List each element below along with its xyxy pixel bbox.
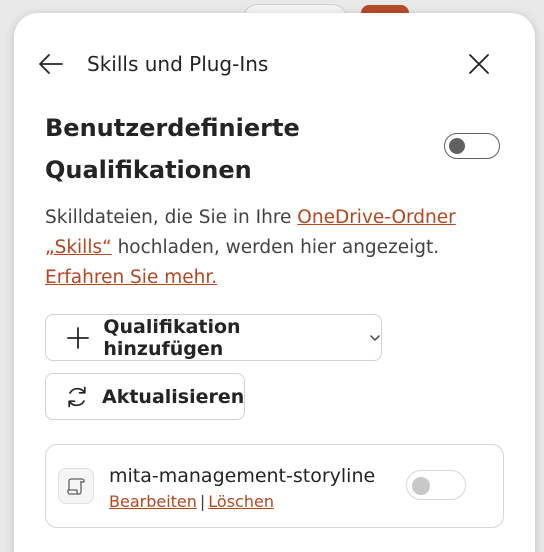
delete-skill-link[interactable]: Löschen [208, 492, 274, 511]
custom-qualifications-toggle[interactable] [444, 133, 500, 159]
script-scroll-icon [58, 468, 94, 504]
description-text-start: Skilldateien, die Sie in Ihre [45, 207, 298, 228]
close-button[interactable] [464, 49, 494, 79]
refresh-label: Aktualisieren [102, 385, 245, 408]
description-text: Skilldateien, die Sie in Ihre OneDrive-O… [45, 203, 515, 293]
plus-icon [64, 324, 91, 352]
arrow-left-icon [39, 54, 63, 74]
edit-skill-link[interactable]: Bearbeiten [109, 492, 197, 511]
refresh-button[interactable]: Aktualisieren [45, 373, 245, 420]
close-icon [469, 54, 489, 74]
learn-more-link[interactable]: Erfahren Sie mehr. [45, 267, 217, 288]
skill-enabled-toggle[interactable] [406, 470, 466, 500]
skill-actions: Bearbeiten | Löschen [109, 491, 274, 513]
description-text-middle: hochladen, werden hier angezeigt. [111, 237, 440, 258]
toggle-knob [412, 477, 430, 495]
toggle-knob [449, 138, 465, 154]
panel-title: Skills und Plug-Ins [87, 52, 269, 76]
section-title: Benutzerdefinierte Qualifikationen [45, 114, 300, 184]
back-button[interactable] [36, 49, 66, 79]
add-qualification-button[interactable]: Qualifikation hinzufügen [45, 314, 382, 361]
chevron-down-icon [369, 332, 381, 344]
skills-plugins-panel: Skills und Plug-Ins Benutzerdefinierte Q… [14, 13, 535, 552]
skill-name: mita-management-storyline [109, 465, 376, 487]
action-separator: | [199, 492, 206, 511]
add-qualification-label: Qualifikation hinzufügen [103, 315, 241, 360]
refresh-icon [64, 383, 90, 411]
